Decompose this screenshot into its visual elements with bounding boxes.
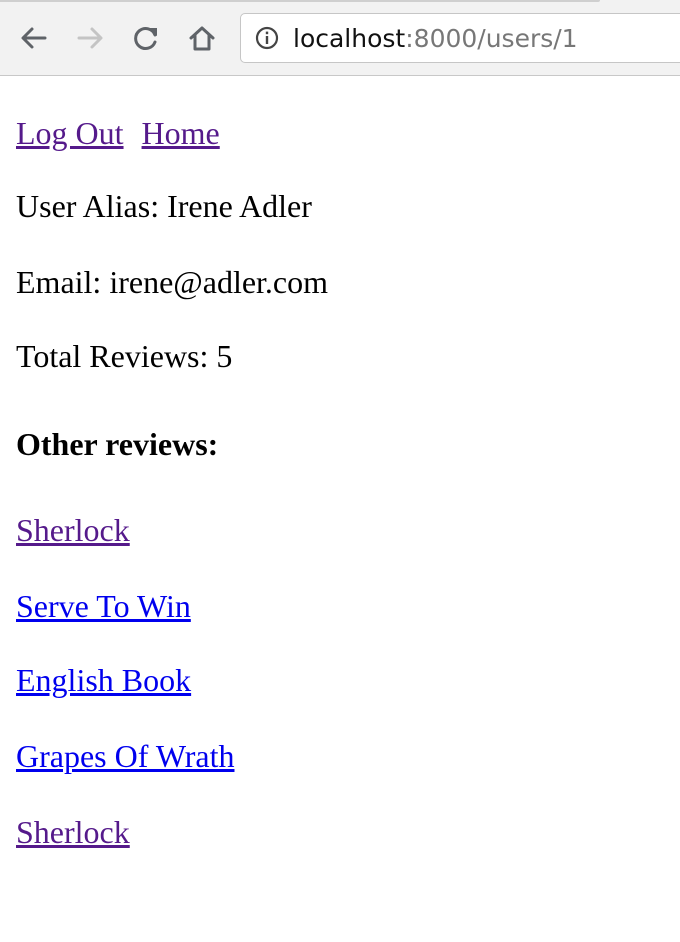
nav-links: Log Out Home [16,113,220,153]
user-alias: User Alias: Irene Adler [16,188,312,224]
forward-button[interactable] [70,18,110,58]
info-icon[interactable] [255,26,279,50]
review-item: English Book [16,660,191,700]
logout-link[interactable]: Log Out [16,115,124,151]
other-reviews-heading: Other reviews: [16,426,219,462]
review-link[interactable]: Grapes Of Wrath [16,738,234,774]
forward-arrow-icon [77,27,103,49]
home-icon [189,26,215,51]
review-link[interactable]: Sherlock [16,512,130,548]
review-item: Sherlock [16,510,130,550]
review-link[interactable]: English Book [16,662,191,698]
url-path: :8000/users/1 [405,24,578,53]
tab-strip-edge [0,0,600,2]
review-item: Grapes Of Wrath [16,736,234,776]
review-item: Serve To Win [16,586,191,626]
reload-icon [134,27,157,50]
review-link[interactable]: Serve To Win [16,588,191,624]
reload-button[interactable] [126,18,166,58]
back-button[interactable] [14,18,54,58]
home-link[interactable]: Home [142,115,220,151]
review-link[interactable]: Sherlock [16,814,130,850]
url-host: localhost [293,24,406,53]
total-reviews: Total Reviews: 5 [16,338,233,374]
address-bar[interactable]: localhost:8000/users/1 [240,13,680,63]
back-arrow-icon [21,27,47,49]
user-email: Email: irene@adler.com [16,264,329,300]
other-reviews-section: Other reviews: [16,424,218,464]
review-item: Sherlock [16,812,130,852]
browser-toolbar: localhost:8000/users/1 [0,0,680,76]
home-button[interactable] [182,18,222,58]
url-text: localhost:8000/users/1 [293,23,578,55]
